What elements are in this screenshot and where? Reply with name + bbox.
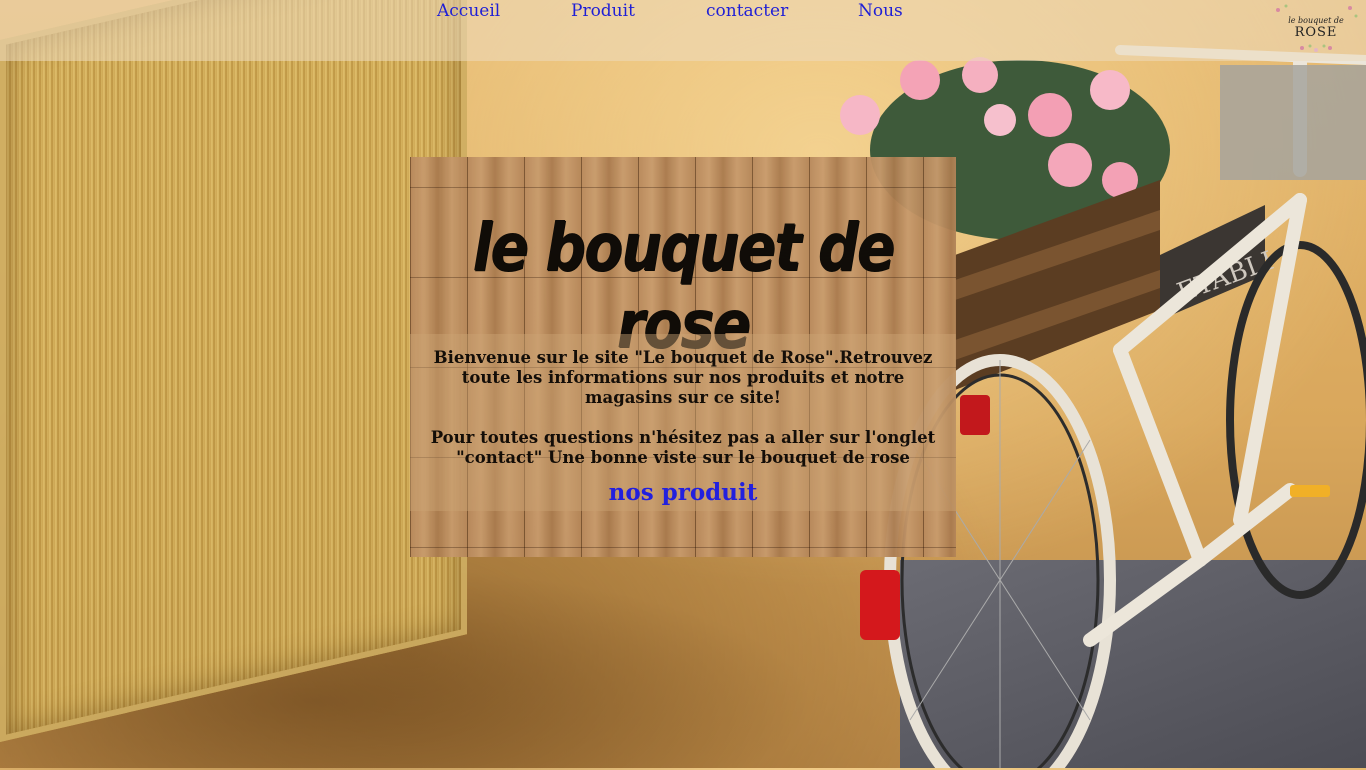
logo-subtitle: le bouquet de [1288, 16, 1344, 25]
logo-title: ROSE [1294, 25, 1338, 40]
rear-light [960, 395, 990, 435]
nav-link-produit[interactable]: Produit [571, 0, 635, 22]
pedal [1290, 485, 1330, 497]
nav-link-nous[interactable]: Nous [858, 0, 903, 22]
products-link[interactable]: nos produit [410, 479, 956, 506]
top-navigation: Accueil Produit contacter Nous le bouque… [0, 0, 1366, 61]
site-logo[interactable]: le bouquet de ROSE [1272, 2, 1360, 54]
red-reflector [860, 570, 900, 640]
metal-wall-panel [0, 0, 467, 742]
nav-link-contacter[interactable]: contacter [706, 0, 788, 22]
contact-text: Pour toutes questions n'hésitez pas a al… [430, 428, 936, 467]
welcome-text: Bienvenue sur le site "Le bouquet de Ros… [433, 348, 933, 407]
welcome-panel: le bouquet de rose Bienvenue sur le site… [410, 157, 956, 557]
bike-basket [1220, 65, 1366, 180]
nav-link-accueil[interactable]: Accueil [437, 0, 500, 22]
